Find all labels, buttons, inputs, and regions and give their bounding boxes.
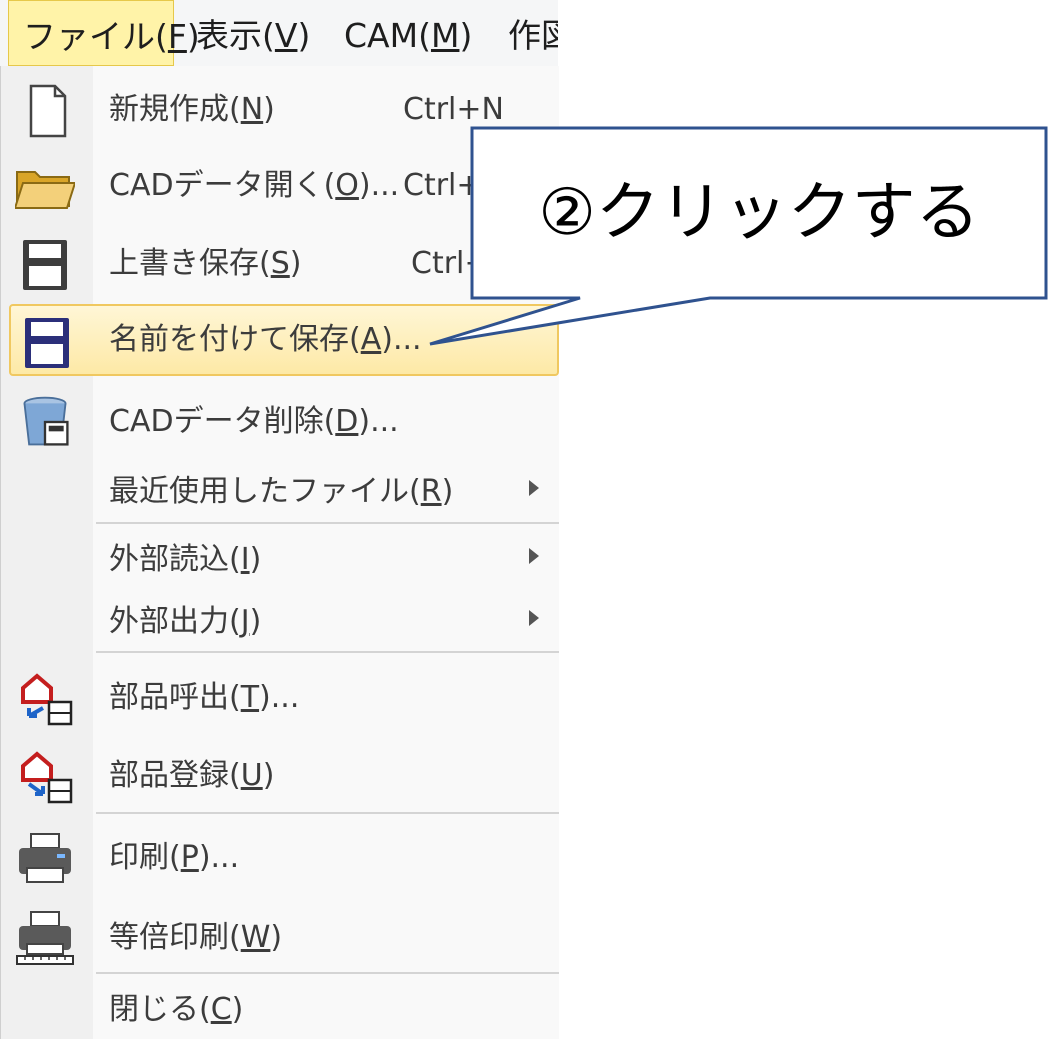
menu-item-part-register[interactable]: 部品登録(U) xyxy=(1,740,559,812)
submenu-arrow-icon xyxy=(529,610,539,626)
menu-item-delete[interactable]: CADデータ削除(D)... xyxy=(1,386,559,458)
part-register-icon xyxy=(21,751,73,804)
submenu-arrow-icon xyxy=(529,548,539,564)
menu-item-save-as[interactable]: 名前を付けて保存(A)... xyxy=(9,304,559,376)
save-as-disk-icon xyxy=(25,318,69,368)
printer-icon xyxy=(19,833,71,883)
menu-item-print[interactable]: 印刷(P)... xyxy=(1,822,559,894)
trash-delete-icon xyxy=(23,396,69,446)
menu-item-part-call[interactable]: 部品呼出(T)... xyxy=(1,662,559,734)
callout-text: ②クリックする xyxy=(538,176,980,250)
open-folder-icon xyxy=(15,171,75,209)
menu-item-close[interactable]: 閉じる(C) xyxy=(1,974,559,1039)
menu-separator xyxy=(96,812,559,814)
menu-item-export[interactable]: 外部出力(J) xyxy=(1,586,559,658)
menu-draw[interactable]: 作図 xyxy=(508,0,558,66)
submenu-arrow-icon xyxy=(529,480,539,496)
new-document-icon xyxy=(29,84,67,138)
save-disk-icon xyxy=(23,240,67,290)
menu-view[interactable]: 表示(V) xyxy=(196,0,310,66)
menu-item-actual-size-print[interactable]: 等倍印刷(W) xyxy=(1,902,559,974)
menu-separator xyxy=(96,651,559,653)
actual-size-printer-icon xyxy=(16,911,74,965)
menu-item-recent-files[interactable]: 最近使用したファイル(R) xyxy=(1,456,559,528)
menu-bar: ファイル(F) 表示(V) CAM(M) 作図 xyxy=(0,0,558,67)
part-call-icon xyxy=(21,673,73,726)
menu-cam[interactable]: CAM(M) xyxy=(344,0,472,66)
menu-file[interactable]: ファイル(F) xyxy=(8,0,200,66)
shortcut-text: Ctrl+ xyxy=(403,168,482,203)
